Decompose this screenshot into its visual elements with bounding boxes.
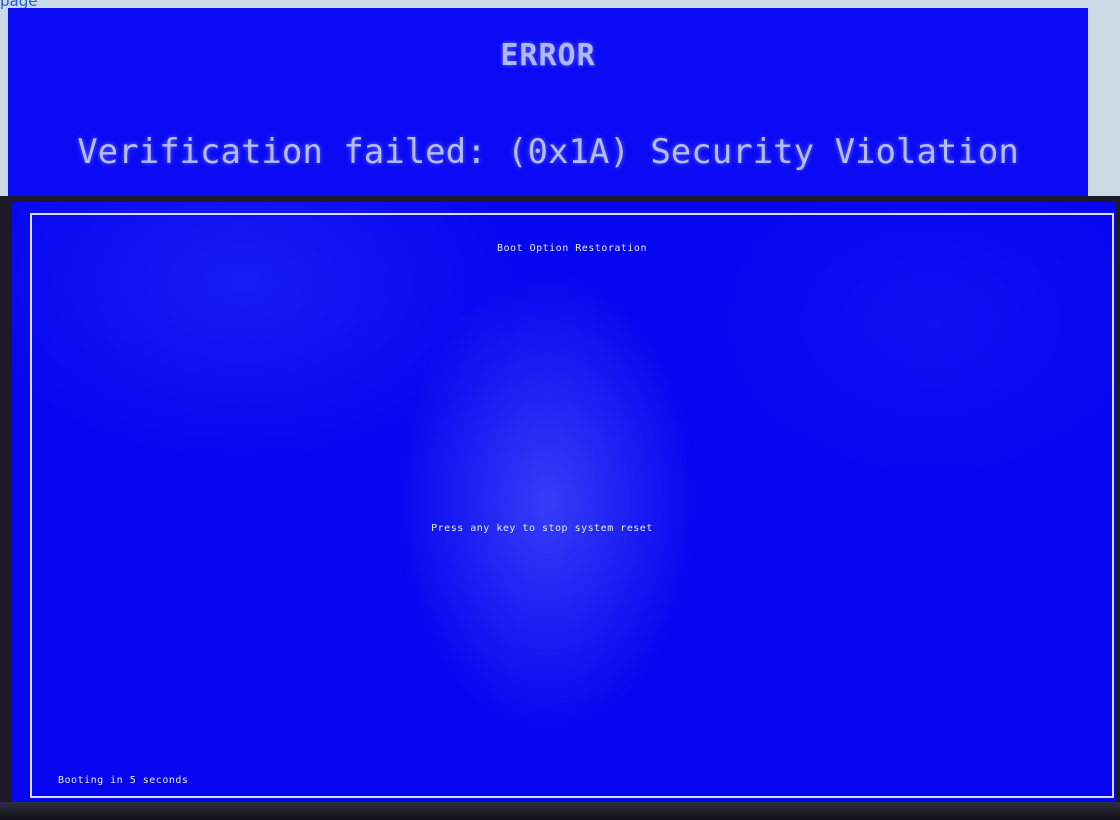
error-title: ERROR	[500, 38, 596, 73]
screen-photo: Boot Option Restoration Press any key to…	[0, 196, 1120, 820]
screen-frame: Boot Option Restoration Press any key to…	[30, 213, 1114, 798]
page-link[interactable]: page	[0, 0, 37, 9]
boot-screen[interactable]: Boot Option Restoration Press any key to…	[12, 202, 1116, 804]
monitor-bezel	[0, 802, 1120, 820]
error-message: Verification failed: (0x1A) Security Vio…	[77, 132, 1019, 172]
press-any-key-prompt: Press any key to stop system reset	[431, 523, 653, 534]
booting-countdown: Booting in 5 seconds	[58, 775, 189, 786]
error-banner: ERROR Verification failed: (0x1A) Securi…	[8, 8, 1088, 200]
boot-option-restoration-title: Boot Option Restoration	[497, 243, 647, 254]
